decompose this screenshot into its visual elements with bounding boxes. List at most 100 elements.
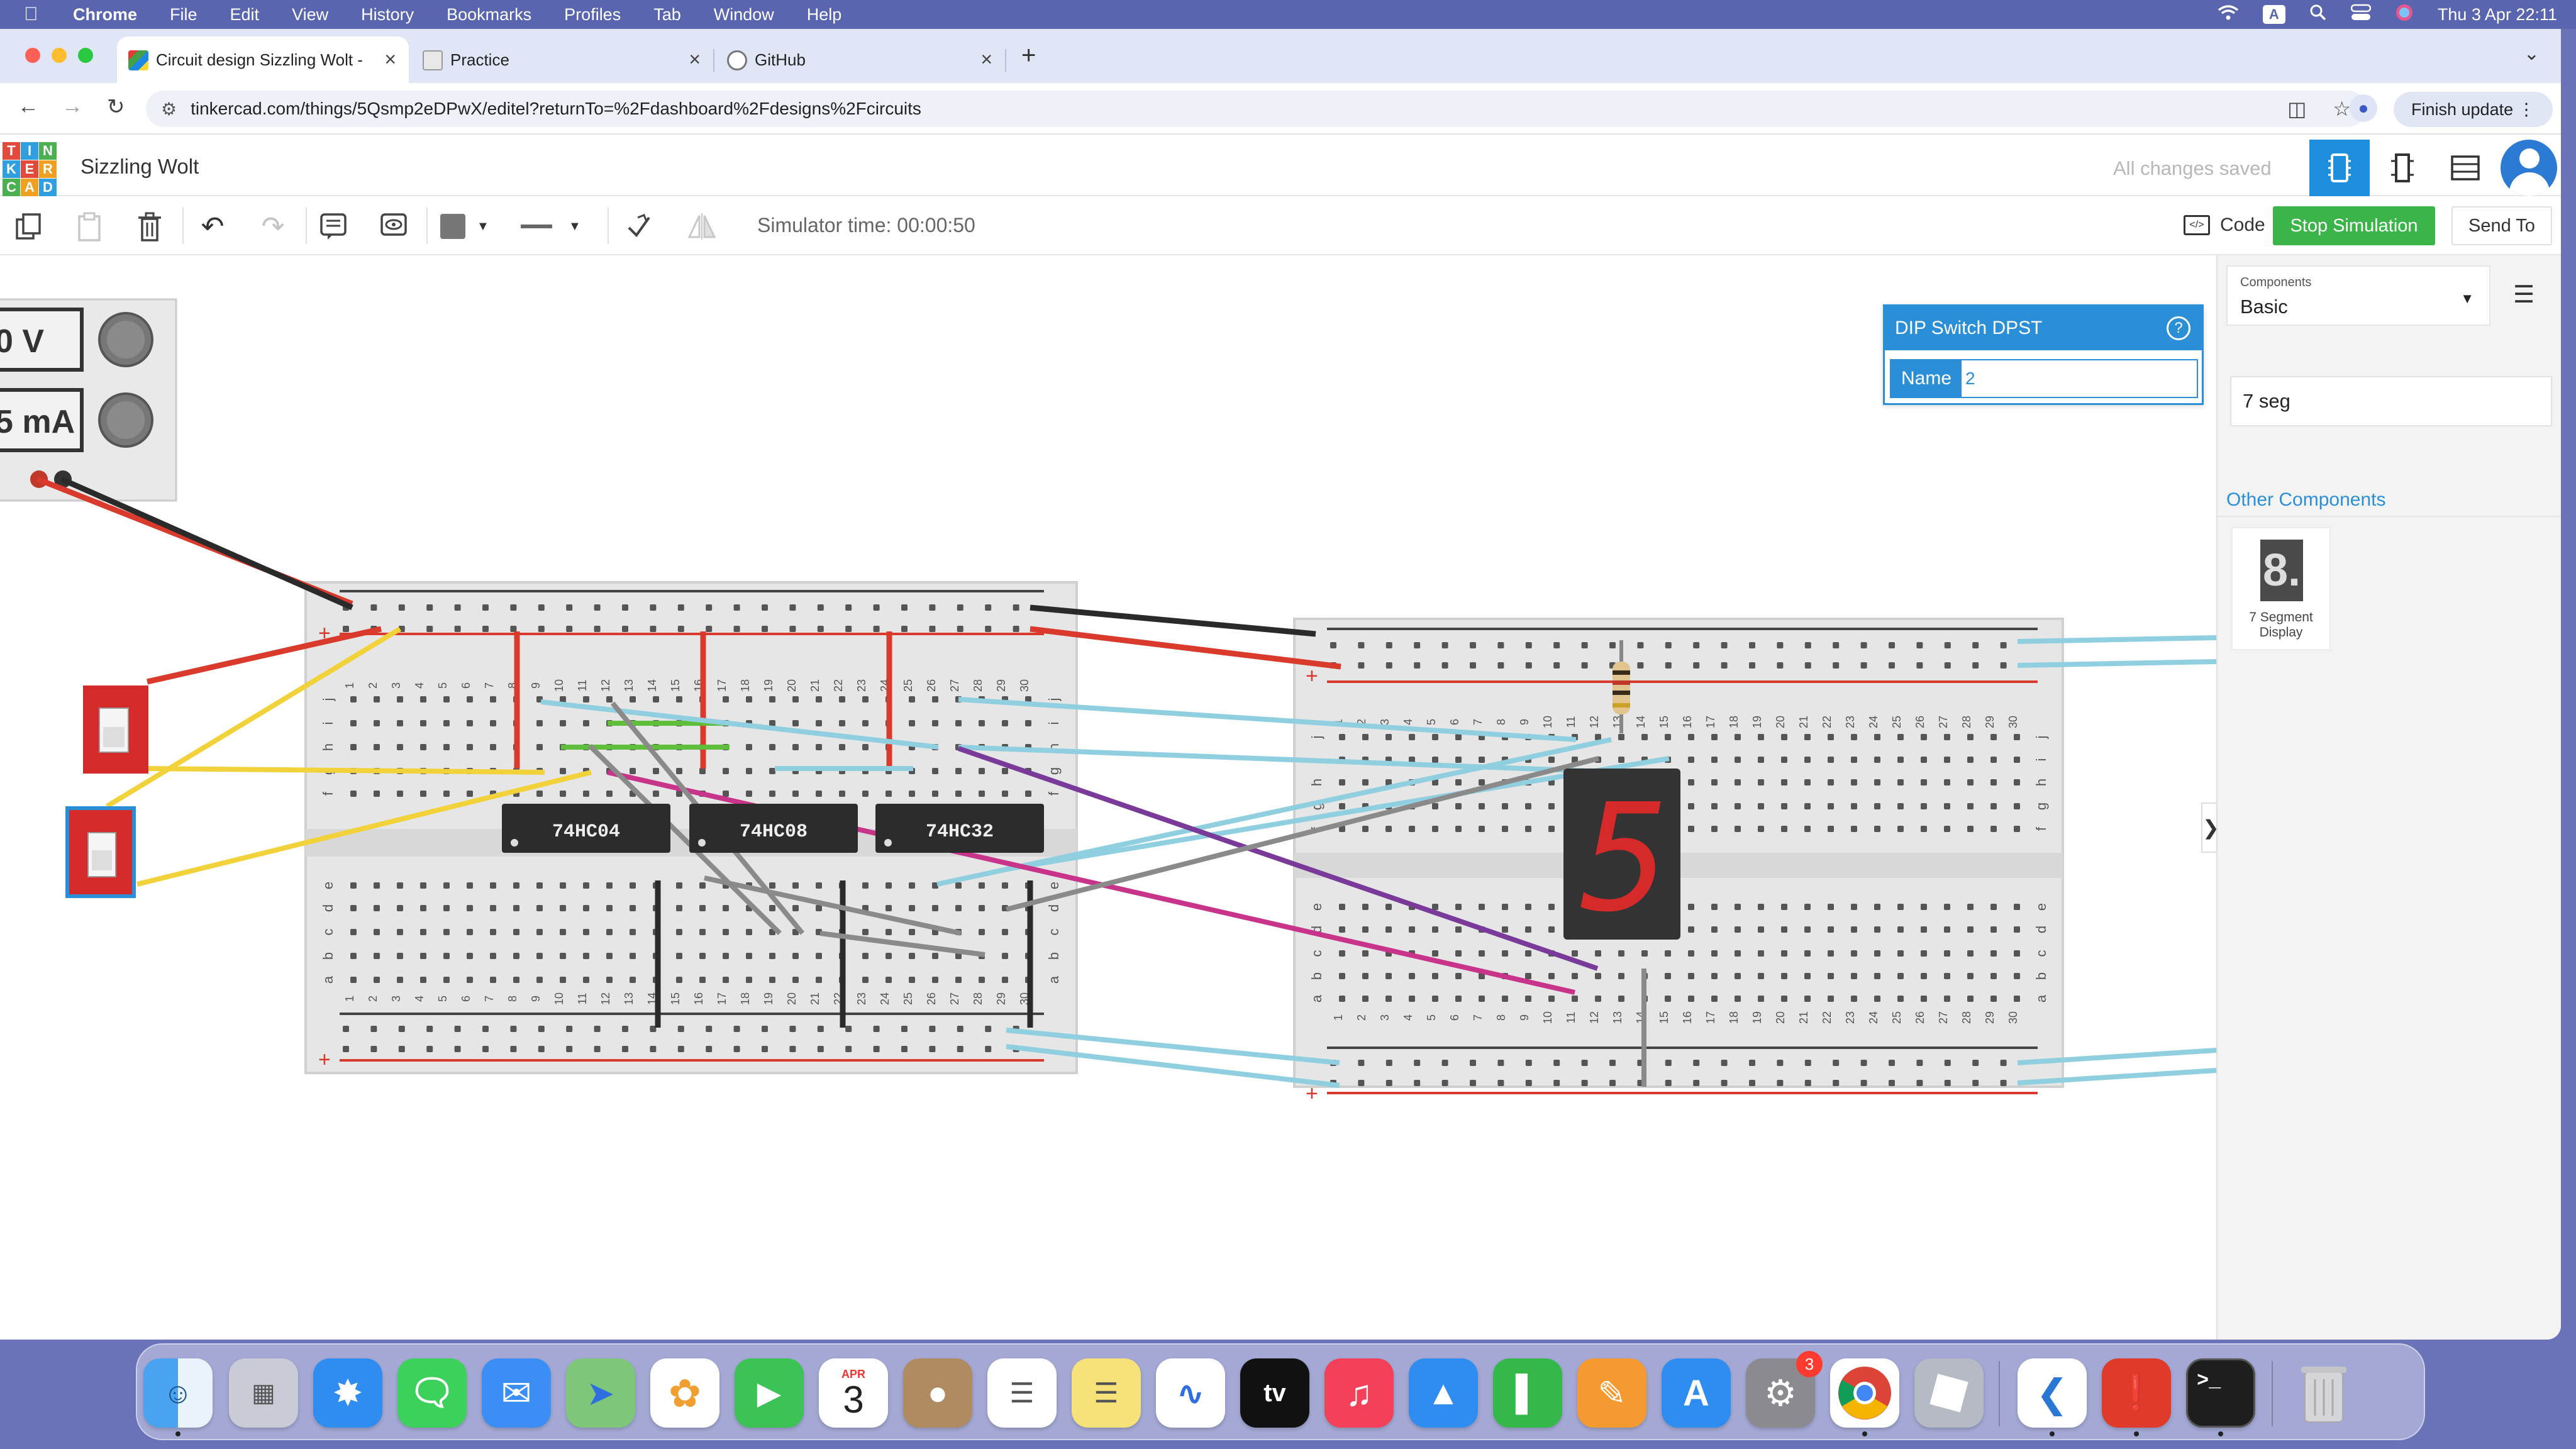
close-tab-icon[interactable]: × (689, 48, 701, 71)
terminal-hole[interactable] (1944, 803, 1950, 809)
rail-hole[interactable] (622, 604, 628, 611)
terminal-hole[interactable] (1688, 950, 1694, 957)
terminal-hole[interactable] (1688, 973, 1694, 979)
rail-hole[interactable] (1860, 1060, 1867, 1066)
terminal-hole[interactable] (1688, 734, 1694, 740)
rail-hole[interactable] (2000, 642, 2007, 648)
rail-hole[interactable] (873, 1026, 880, 1032)
terminal-hole[interactable] (1781, 973, 1787, 979)
terminal-hole[interactable] (513, 929, 519, 935)
terminal-hole[interactable] (909, 696, 915, 702)
terminal-hole[interactable] (1921, 803, 1927, 809)
rail-hole[interactable] (622, 626, 628, 632)
terminal-hole[interactable] (606, 882, 613, 889)
rail-hole[interactable] (1916, 642, 1923, 648)
rail-hole[interactable] (789, 626, 796, 632)
terminal-hole[interactable] (1944, 904, 1950, 910)
terminal-hole[interactable] (420, 977, 426, 983)
rail-hole[interactable] (454, 1046, 461, 1052)
terminal-hole[interactable] (1362, 779, 1368, 786)
terminal-hole[interactable] (1828, 950, 1834, 957)
terminal-hole[interactable] (932, 791, 938, 797)
terminal-hole[interactable] (1921, 904, 1927, 910)
reminders-icon[interactable]: ☰ (987, 1358, 1057, 1428)
terminal-hole[interactable] (1990, 904, 1997, 910)
terminal-hole[interactable] (536, 977, 543, 983)
terminal-hole[interactable] (1944, 734, 1950, 740)
terminal-hole[interactable] (1735, 950, 1741, 957)
terminal-hole[interactable] (1362, 973, 1368, 979)
terminal-hole[interactable] (1432, 926, 1438, 933)
terminal-hole[interactable] (1455, 973, 1462, 979)
terminal-hole[interactable] (1455, 779, 1462, 786)
rail-hole[interactable] (1553, 1060, 1560, 1066)
terminal-hole[interactable] (723, 768, 729, 774)
terminal-hole[interactable] (1851, 779, 1857, 786)
terminal-hole[interactable] (1781, 734, 1787, 740)
tab-circuit-design[interactable]: Circuit design Sizzling Wolt - × (117, 36, 409, 83)
terminal-hole[interactable] (1851, 826, 1857, 832)
terminal-hole[interactable] (583, 929, 589, 935)
acrobat-icon[interactable]: ❗ (2102, 1358, 2171, 1428)
terminal-hole[interactable] (1990, 950, 1997, 957)
rail-hole[interactable] (1470, 1060, 1476, 1066)
menu-bookmarks[interactable]: Bookmarks (447, 5, 531, 25)
terminal-hole[interactable] (443, 929, 450, 935)
rail-hole[interactable] (566, 1026, 573, 1032)
rail-hole[interactable] (957, 1026, 963, 1032)
rail-hole[interactable] (1358, 1080, 1365, 1086)
terminal-hole[interactable] (443, 882, 450, 889)
terminal-hole[interactable] (2014, 757, 2020, 763)
rail-hole[interactable] (1665, 1060, 1672, 1066)
rail-hole[interactable] (817, 1026, 824, 1032)
app-store-icon[interactable]: A (1662, 1358, 1731, 1428)
terminal-hole[interactable] (606, 953, 613, 959)
terminal-hole[interactable] (932, 696, 938, 702)
terminal-hole[interactable] (1851, 734, 1857, 740)
rail-hole[interactable] (1553, 662, 1560, 669)
terminal-hole[interactable] (443, 905, 450, 911)
menu-profiles[interactable]: Profiles (564, 5, 621, 25)
rail-hole[interactable] (1470, 662, 1476, 669)
terminal-hole[interactable] (420, 905, 426, 911)
terminal-hole[interactable] (467, 696, 473, 702)
rail-hole[interactable] (1637, 662, 1644, 669)
rail-hole[interactable] (1497, 1080, 1504, 1086)
terminal-hole[interactable] (1002, 882, 1008, 889)
rail-hole[interactable] (1804, 642, 1811, 648)
terminal-hole[interactable] (513, 953, 519, 959)
rail-hole[interactable] (817, 604, 824, 611)
terminal-hole[interactable] (1874, 904, 1880, 910)
music-icon[interactable]: ♫ (1324, 1358, 1394, 1428)
ic-74hc04[interactable]: 74HC04 (502, 804, 670, 853)
terminal-hole[interactable] (699, 768, 706, 774)
rail-hole[interactable] (1414, 1080, 1421, 1086)
terminal-hole[interactable] (1781, 826, 1787, 832)
terminal-hole[interactable] (1525, 904, 1531, 910)
rail-hole[interactable] (370, 1046, 377, 1052)
rail-hole[interactable] (845, 1026, 852, 1032)
rail-hole[interactable] (762, 604, 768, 611)
rail-hole[interactable] (1525, 1060, 1532, 1066)
rail-hole[interactable] (677, 1026, 684, 1032)
terminal-hole[interactable] (350, 791, 357, 797)
terminal-hole[interactable] (886, 905, 892, 911)
notes-visibility-icon[interactable] (376, 209, 411, 244)
rail-hole[interactable] (1860, 662, 1867, 669)
install-app-icon[interactable]: ◫ (2287, 97, 2306, 121)
rail-hole[interactable] (1414, 1060, 1421, 1066)
terminal-hole[interactable] (1525, 826, 1531, 832)
terminal-hole[interactable] (979, 929, 985, 935)
terminal-hole[interactable] (536, 905, 543, 911)
terminal-hole[interactable] (443, 953, 450, 959)
rail-hole[interactable] (650, 604, 657, 611)
terminal-hole[interactable] (1595, 734, 1601, 740)
control-center-icon[interactable] (2350, 4, 2372, 26)
terminal-hole[interactable] (1804, 904, 1811, 910)
terminal-hole[interactable] (862, 744, 869, 750)
terminal-hole[interactable] (676, 882, 682, 889)
terminal-hole[interactable] (746, 953, 752, 959)
rail-hole[interactable] (1889, 1060, 1895, 1066)
terminal-hole[interactable] (862, 953, 869, 959)
terminal-hole[interactable] (1455, 926, 1462, 933)
